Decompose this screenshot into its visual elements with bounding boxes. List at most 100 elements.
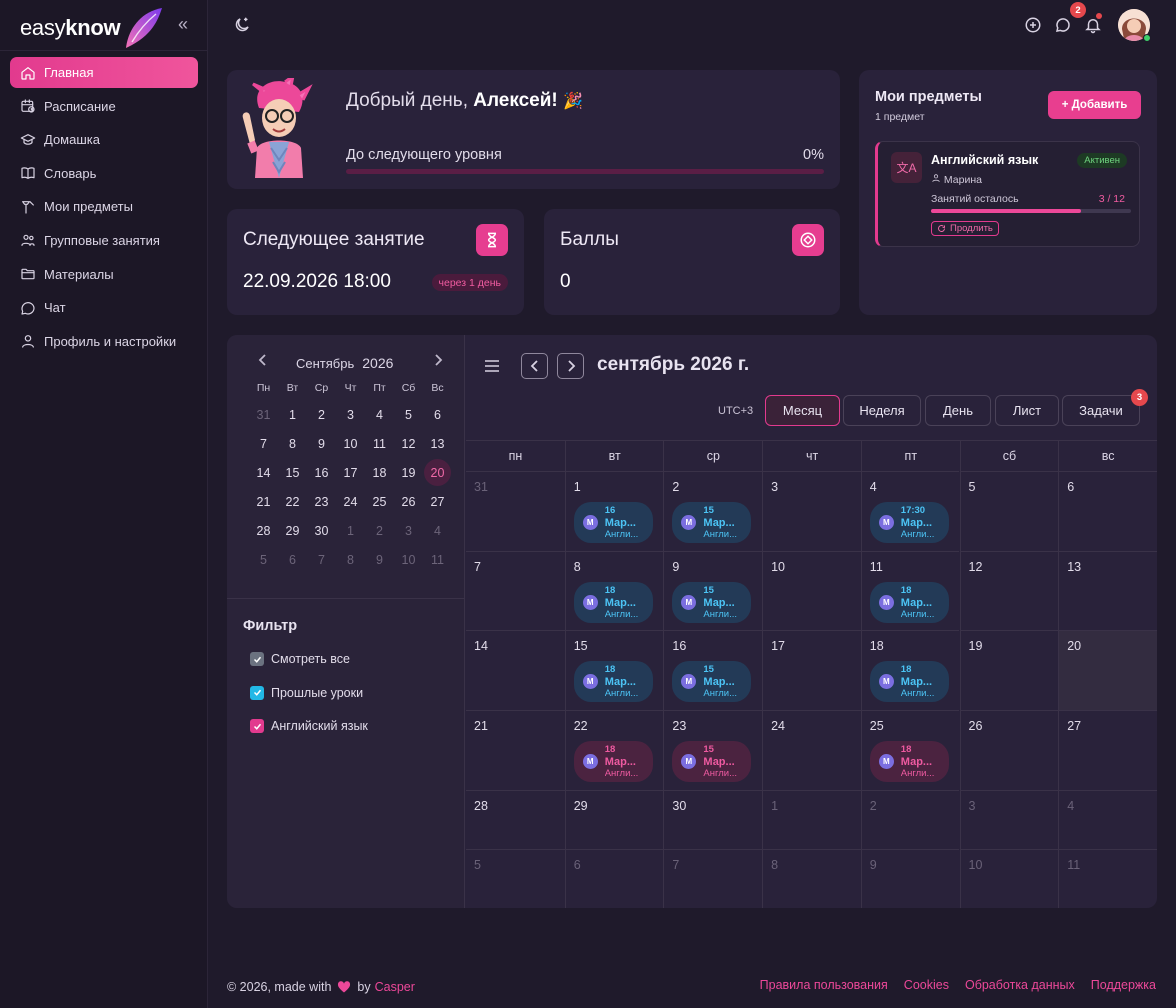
footer-link[interactable]: Cookies — [904, 978, 949, 996]
calendar-day[interactable]: 7 — [466, 551, 565, 630]
mini-day[interactable]: 11 — [365, 429, 394, 458]
calendar-day[interactable]: 3 — [762, 471, 861, 551]
mini-day[interactable]: 17 — [336, 458, 365, 487]
mini-day[interactable]: 8 — [336, 545, 365, 574]
calendar-event[interactable]: M 16 Мар... Англи... — [573, 502, 653, 543]
calendar-day[interactable]: 19 — [959, 630, 1059, 710]
calendar-day[interactable]: 13 — [1058, 551, 1157, 630]
logo[interactable]: easyknow — [20, 6, 164, 50]
calendar-day[interactable]: 17 — [762, 630, 861, 710]
calendar-event[interactable]: M 18 Мар... Англи... — [869, 582, 949, 623]
calendar-event[interactable]: M 17:30 Мар... Англи... — [869, 502, 949, 543]
sidebar-item-1[interactable]: Расписание — [10, 91, 198, 122]
sidebar-item-0[interactable]: Главная — [10, 57, 198, 88]
chat-bubble-icon[interactable] — [1054, 16, 1072, 34]
calendar-day[interactable]: 3 — [959, 790, 1059, 849]
calendar-day[interactable]: 27 — [1058, 710, 1157, 790]
view-button-2[interactable]: День — [925, 395, 991, 426]
sidebar-item-5[interactable]: Групповые занятия — [10, 225, 198, 256]
calendar-day[interactable]: 1 — [762, 790, 861, 849]
subject-item[interactable]: 文A Английский язык Активен Марина Заняти… — [875, 141, 1140, 247]
calendar-event[interactable]: M 15 Мар... Англи... — [672, 661, 752, 702]
calendar-event[interactable]: M 15 Мар... Англи... — [672, 582, 752, 623]
calendar-event[interactable]: M 15 Мар... Англи... — [672, 741, 752, 782]
add-circle-icon[interactable] — [1024, 16, 1042, 34]
calendar-day[interactable]: 12 — [959, 551, 1059, 630]
calendar-day[interactable]: 8 — [762, 849, 861, 908]
mini-day[interactable]: 18 — [365, 458, 394, 487]
mini-day[interactable]: 3 — [336, 400, 365, 429]
mini-day[interactable]: 9 — [365, 545, 394, 574]
calendar-event[interactable]: M 18 Мар... Англи... — [869, 741, 949, 782]
mini-day[interactable]: 2 — [365, 516, 394, 545]
mini-day[interactable]: 27 — [423, 487, 452, 516]
mini-day[interactable]: 28 — [249, 516, 278, 545]
mini-day[interactable]: 25 — [365, 487, 394, 516]
mini-day[interactable]: 6 — [423, 400, 452, 429]
mini-day[interactable]: 22 — [278, 487, 307, 516]
mini-day-selected[interactable]: 20 — [423, 458, 452, 487]
calendar-day[interactable]: 30 — [663, 790, 763, 849]
mini-day[interactable]: 5 — [394, 400, 423, 429]
menu-icon[interactable] — [484, 359, 500, 373]
mini-day[interactable]: 12 — [394, 429, 423, 458]
mini-day[interactable]: 3 — [394, 516, 423, 545]
calendar-day[interactable]: 11 — [1058, 849, 1157, 908]
mini-day[interactable]: 10 — [394, 545, 423, 574]
sidebar-item-8[interactable]: Профиль и настройки — [10, 326, 198, 357]
collapse-sidebar-icon[interactable]: « — [178, 14, 188, 35]
mini-day[interactable]: 15 — [278, 458, 307, 487]
filter-checkbox-0[interactable]: Смотреть все — [250, 651, 350, 667]
calendar-day[interactable]: 14 — [466, 630, 565, 710]
author-link[interactable]: Casper — [375, 980, 415, 994]
mini-day[interactable]: 10 — [336, 429, 365, 458]
calendar-event[interactable]: M 18 Мар... Англи... — [573, 741, 653, 782]
calendar-day[interactable]: 10 — [762, 551, 861, 630]
mini-day[interactable]: 19 — [394, 458, 423, 487]
mini-day[interactable]: 7 — [307, 545, 336, 574]
mini-day[interactable]: 11 — [423, 545, 452, 574]
sidebar-item-2[interactable]: Домашка — [10, 124, 198, 155]
next-month-button[interactable] — [557, 353, 584, 379]
calendar-day[interactable]: 31 — [466, 471, 565, 551]
calendar-day[interactable]: 28 — [466, 790, 565, 849]
calendar-day[interactable]: 10 — [959, 849, 1059, 908]
footer-link[interactable]: Обработка данных — [965, 978, 1075, 996]
sidebar-item-7[interactable]: Чат — [10, 292, 198, 323]
sidebar-item-3[interactable]: Словарь — [10, 158, 198, 189]
calendar-day[interactable]: 5 — [466, 849, 565, 908]
view-button-0[interactable]: Месяц — [765, 395, 840, 426]
calendar-day[interactable]: 29 — [564, 790, 664, 849]
calendar-event[interactable]: M 18 Мар... Англи... — [573, 661, 653, 702]
sidebar-item-6[interactable]: Материалы — [10, 259, 198, 290]
mini-day[interactable]: 5 — [249, 545, 278, 574]
calendar-day[interactable]: 21 — [466, 710, 565, 790]
view-button-1[interactable]: Неделя — [843, 395, 921, 426]
sidebar-item-4[interactable]: Мои предметы — [10, 191, 198, 222]
mini-day[interactable]: 9 — [307, 429, 336, 458]
filter-checkbox-2[interactable]: Английский язык — [250, 718, 368, 734]
mini-day[interactable]: 14 — [249, 458, 278, 487]
mini-day[interactable]: 6 — [278, 545, 307, 574]
calendar-event[interactable]: M 15 Мар... Англи... — [672, 502, 752, 543]
renew-button[interactable]: Продлить — [931, 221, 999, 236]
mini-day[interactable]: 1 — [336, 516, 365, 545]
mini-day[interactable]: 29 — [278, 516, 307, 545]
mini-day[interactable]: 4 — [365, 400, 394, 429]
mini-day[interactable]: 1 — [278, 400, 307, 429]
calendar-day[interactable]: 5 — [959, 471, 1059, 551]
add-subject-button[interactable]: + Добавить — [1048, 91, 1141, 119]
calendar-day[interactable]: 7 — [663, 849, 763, 908]
view-button-4[interactable]: Задачи — [1062, 395, 1140, 426]
footer-link[interactable]: Поддержка — [1091, 978, 1156, 996]
mini-day[interactable]: 4 — [423, 516, 452, 545]
mini-day[interactable]: 2 — [307, 400, 336, 429]
calendar-day-today[interactable]: 20 — [1058, 630, 1157, 710]
calendar-day[interactable]: 24 — [762, 710, 861, 790]
mini-prev-month-icon[interactable] — [257, 353, 269, 367]
mini-day[interactable]: 16 — [307, 458, 336, 487]
mini-day[interactable]: 30 — [307, 516, 336, 545]
mini-day[interactable]: 13 — [423, 429, 452, 458]
calendar-event[interactable]: M 18 Мар... Англи... — [869, 661, 949, 702]
mini-day[interactable]: 31 — [249, 400, 278, 429]
